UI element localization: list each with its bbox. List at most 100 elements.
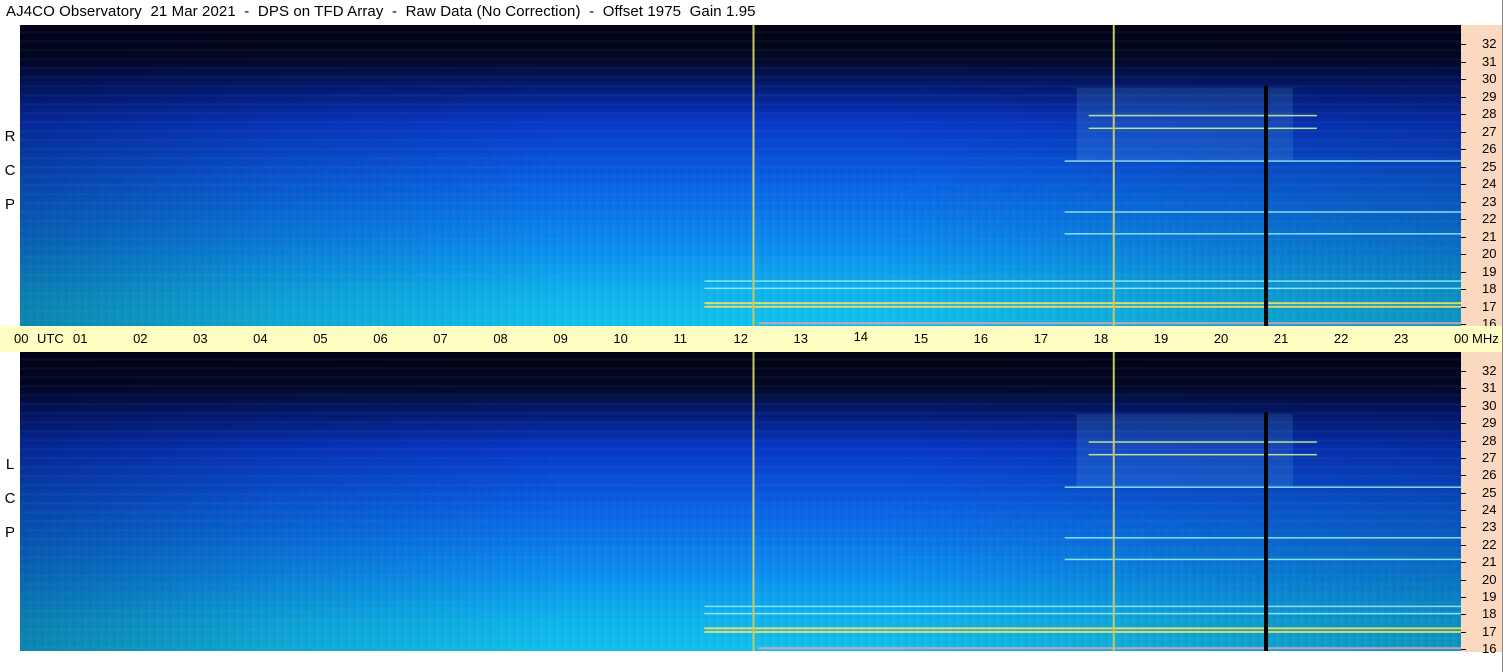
freq-tick-mark: [1461, 96, 1466, 98]
freq-tick-mark: [1461, 371, 1466, 372]
time-tick-label: 21: [1273, 331, 1289, 346]
freq-tick-mark: [1461, 324, 1466, 325]
freq-tick-label: 25: [1482, 484, 1497, 500]
emission-band: [758, 322, 1461, 325]
time-tick-label: 23: [1393, 331, 1409, 346]
freq-tick-label: 28: [1482, 106, 1497, 121]
freq-tick-label: 19: [1482, 263, 1497, 279]
activity-region: [1076, 414, 1293, 487]
time-tick-label: 02: [133, 331, 148, 346]
time-tick-label: 20: [1213, 331, 1229, 346]
freq-tick-mark: [1461, 614, 1466, 616]
freq-tick-mark: [1461, 306, 1466, 308]
time-tick-label: 19: [1153, 331, 1169, 346]
time-tick-label: 13: [793, 331, 808, 346]
freq-tick-label: 30: [1482, 397, 1497, 413]
freq-tick-mark: [1461, 44, 1466, 45]
polarization-letter: P: [4, 524, 15, 541]
freq-tick-mark: [1461, 440, 1466, 442]
freq-tick-mark: [1461, 131, 1466, 133]
freq-tick-label: 17: [1482, 623, 1497, 639]
freq-tick-label: 23: [1482, 519, 1497, 535]
freq-tick-label: 32: [1482, 363, 1497, 378]
freq-tick-mark: [1461, 184, 1466, 185]
time-tick-label: 05: [313, 331, 328, 346]
time-tick-label: 07: [433, 331, 448, 346]
time-marker-line: [752, 352, 755, 651]
polarization-letter: R: [4, 128, 16, 145]
freq-tick-label: 22: [1482, 211, 1497, 226]
time-tick-label: 15: [913, 331, 929, 346]
emission-band: [1064, 537, 1461, 539]
time-tick-label: 17: [1033, 331, 1049, 346]
emission-band: [1064, 558, 1461, 561]
freq-tick-label: 18: [1482, 606, 1497, 622]
freq-tick-mark: [1461, 61, 1466, 63]
polarization-letter: P: [4, 196, 15, 213]
freq-tick-mark: [1461, 562, 1466, 564]
freq-tick-label: 24: [1482, 502, 1497, 517]
time-tick-label: 01: [73, 331, 88, 346]
time-tick-label: 00: [1454, 331, 1469, 346]
freq-tick-label: 31: [1482, 53, 1497, 69]
freq-tick-mark: [1461, 388, 1466, 390]
time-tick-label: 14: [853, 329, 869, 344]
time-tick-label: 10: [613, 331, 628, 346]
freq-tick-mark: [1461, 219, 1466, 220]
lcp-spectrogram: [20, 352, 1461, 651]
freq-tick-mark: [1461, 544, 1466, 546]
emission-band: [1064, 211, 1461, 213]
time-tick-label: 11: [673, 331, 687, 346]
freq-tick-mark: [1461, 457, 1466, 459]
emission-band: [704, 627, 1461, 630]
emission-band: [1088, 441, 1317, 443]
time-tick-label: 09: [553, 331, 568, 346]
emission-band: [1064, 486, 1461, 488]
frequency-axis-top: 32 31 30 29 28 27 26 25 24 23 22 21 20 19 18 17 16: [1461, 25, 1503, 331]
freq-tick-label: 23: [1482, 193, 1497, 209]
frequency-axis-bottom: 32 31 30 29 28 27 26 25 24 23 22 21 20 19 18 17 16: [1461, 352, 1503, 656]
freq-tick-label: 26: [1482, 141, 1497, 156]
freq-tick-label: 21: [1482, 554, 1497, 570]
time-tick-label: 08: [493, 331, 508, 346]
rcp-spectrogram: [20, 25, 1461, 326]
freq-tick-label: 20: [1482, 571, 1497, 587]
emission-band: [704, 612, 1461, 615]
freq-tick-mark: [1461, 579, 1466, 581]
emission-band: [704, 630, 1461, 633]
freq-unit-label: MHz: [1472, 331, 1499, 346]
lcp-overlay: [704, 352, 1461, 651]
time-unit-label: UTC: [37, 331, 64, 346]
freq-tick-mark: [1461, 423, 1466, 425]
emission-band: [758, 647, 1461, 650]
freq-tick-label: 29: [1482, 88, 1497, 104]
time-tick-label: 18: [1093, 331, 1109, 346]
time-tick-label: 22: [1333, 331, 1349, 346]
freq-tick-mark: [1461, 236, 1466, 238]
emission-band: [1064, 233, 1461, 235]
time-axis: 00 01 02 03 04 05 06 07 08 09 10 11 12 13 14 15 16 17 18 19…: [0, 326, 1503, 352]
freq-tick-mark: [1461, 631, 1466, 633]
time-marker-line: [1112, 352, 1115, 651]
freq-tick-mark: [1461, 475, 1466, 477]
emission-band: [1088, 114, 1317, 117]
freq-tick-mark: [1461, 510, 1466, 511]
activity-region: [1076, 87, 1293, 161]
time-tick-label: 04: [253, 331, 268, 346]
freq-tick-label: 28: [1482, 432, 1497, 448]
freq-tick-mark: [1461, 201, 1466, 203]
time-tick-label: 12: [733, 331, 748, 346]
freq-tick-mark: [1461, 254, 1466, 255]
time-tick-label: 00: [14, 331, 29, 346]
emission-band: [704, 605, 1461, 608]
emission-band: [1088, 453, 1317, 456]
freq-tick-mark: [1461, 405, 1466, 407]
lcp-label: LCP: [4, 448, 16, 550]
freq-tick-mark: [1461, 271, 1466, 273]
data-gap: [1264, 85, 1269, 326]
freq-tick-label: 17: [1482, 298, 1497, 314]
emission-band: [1064, 160, 1461, 162]
freq-tick-mark: [1461, 527, 1466, 529]
freq-tick-label: 29: [1482, 415, 1497, 431]
freq-tick-label: 21: [1482, 228, 1497, 244]
